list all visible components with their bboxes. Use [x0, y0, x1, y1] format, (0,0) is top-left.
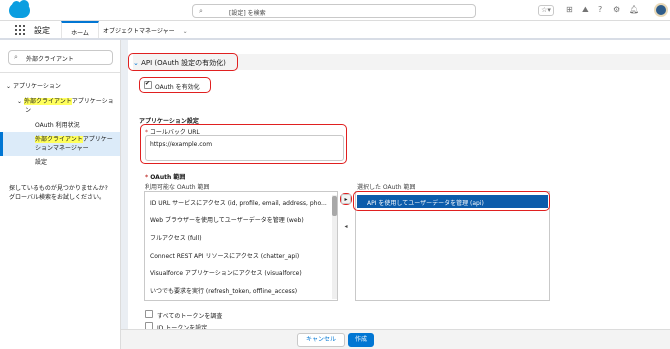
setup-gear-icon[interactable]: ⚙: [613, 5, 620, 15]
user-avatar[interactable]: [654, 3, 668, 17]
tree-group-label: アプリケーショ: [71, 98, 114, 105]
app-nav-bar: 設定 ホーム オブジェクトマネージャー ⌄: [0, 21, 670, 40]
salesforce-logo[interactable]: [9, 0, 30, 18]
sidebar-item-label-wrap: ションマネージャー: [35, 145, 89, 152]
section-title-text: API (OAuth 設定の有効化): [141, 59, 226, 67]
sidebar-item-label-highlight: 外部クライアント: [35, 136, 83, 143]
setup-sidebar: ⌕ 外部クライアント ⌄ アプリケーション ⌄ 外部クライアントアプリケーショ …: [0, 40, 121, 349]
sidebar-item-oauth-usage[interactable]: OAuth 利用状況: [35, 122, 80, 130]
favorites-star-icon[interactable]: ☆▾: [538, 5, 554, 16]
tree-section-label: アプリケーション: [12, 83, 61, 90]
available-scopes-label: 利用可能な OAuth 範囲: [145, 184, 210, 191]
content-gutter: [121, 40, 128, 349]
tree-group-label-highlight: 外部クライアント: [23, 98, 72, 105]
add-scope-arrow-button[interactable]: ▸: [341, 194, 351, 204]
all-tokens-label: すべてのトークンを調査: [157, 313, 223, 320]
search-placeholder: [設定] を検索: [229, 10, 266, 17]
tab-object-manager-label: オブジェクトマネージャー: [103, 28, 175, 35]
global-header: ⌕ [設定] を検索 ☆▾ ⊞ ⛰ ? ⚙ 🔔︎: [0, 0, 670, 21]
app-title: 設定: [34, 26, 50, 35]
global-search-input[interactable]: ⌕ [設定] を検索: [192, 4, 476, 18]
available-scope-item[interactable]: Visualforce アプリケーションにアクセス (visualforce): [150, 268, 302, 277]
help-text-line1: 探しているものが見つかりませんか?: [9, 185, 108, 192]
available-scope-item[interactable]: フルアクセス (full): [150, 233, 202, 242]
all-tokens-checkbox[interactable]: [145, 310, 153, 318]
search-icon: ⌕: [14, 53, 18, 61]
remove-scope-arrow-button[interactable]: ◂: [341, 222, 351, 232]
chevron-down-icon: ⌄: [133, 59, 139, 67]
create-button[interactable]: 作成: [348, 333, 374, 347]
available-scopes-list[interactable]: [144, 191, 338, 301]
chevron-down-icon: ⌄: [6, 83, 12, 90]
quick-find-value: 外部クライアント: [26, 56, 74, 63]
help-text-line2: グローバル検索をお試しください。: [9, 194, 105, 201]
global-actions-plus-icon[interactable]: ⊞: [566, 5, 573, 15]
search-icon: ⌕: [199, 7, 203, 15]
available-scope-item[interactable]: ID URL サービスにアクセス (id, profile, email, ad…: [150, 198, 327, 207]
callback-url-input[interactable]: https://example.com: [145, 135, 344, 161]
cancel-button[interactable]: キャンセル: [297, 333, 345, 347]
enable-oauth-checkbox[interactable]: [144, 80, 152, 89]
tree-group-external-client-apps[interactable]: ⌄ 外部クライアントアプリケーショ: [17, 98, 117, 106]
tree-group-label-wrap: ン: [25, 107, 32, 114]
tab-object-manager[interactable]: オブジェクトマネージャー ⌄: [103, 21, 188, 38]
chevron-down-icon: ⌄: [17, 98, 23, 105]
scrollbar-thumb[interactable]: [332, 196, 337, 216]
callback-url-value: https://example.com: [150, 141, 213, 148]
oauth-scopes-label: * OAuth 範囲: [145, 172, 185, 181]
quick-find-input[interactable]: ⌕ 外部クライアント: [8, 50, 113, 65]
sidebar-item-settings[interactable]: 設定: [35, 159, 47, 167]
sidebar-item-ext-client-app-manager[interactable]: 外部クライアントアプリケー: [35, 136, 113, 144]
tree-section-apps[interactable]: ⌄ アプリケーション: [6, 83, 61, 91]
selected-scopes-label: 選択した OAuth 範囲: [357, 184, 416, 191]
app-launcher-icon[interactable]: [15, 25, 25, 35]
notifications-bell-icon[interactable]: 🔔︎: [629, 5, 639, 15]
chevron-down-icon[interactable]: ⌄: [183, 28, 188, 35]
available-scope-item[interactable]: Connect REST API リソースにアクセス (chatter_api): [150, 251, 299, 260]
tab-home[interactable]: ホーム: [61, 21, 99, 38]
available-scope-item[interactable]: Web ブラウザーを使用してユーザーデータを管理 (web): [150, 215, 304, 224]
required-asterisk: *: [145, 174, 149, 181]
help-icon[interactable]: ?: [598, 5, 602, 15]
sidebar-selected-indicator: [0, 132, 3, 156]
highlight-box-selected-scope: [353, 191, 550, 211]
sidebar-item-label: アプリケー: [82, 136, 113, 143]
form-footer: キャンセル 作成: [121, 329, 670, 349]
available-scope-item[interactable]: いつでも要求を実行 (refresh_token, offline_access…: [150, 286, 297, 295]
trailhead-icon[interactable]: ⛰: [582, 5, 589, 15]
oauth-scopes-label-text: OAuth 範囲: [150, 174, 186, 181]
sidebar-divider: [0, 72, 120, 73]
enable-oauth-label: OAuth を有効化: [155, 84, 200, 91]
section-title-api[interactable]: ⌄ API (OAuth 設定の有効化): [133, 58, 226, 68]
